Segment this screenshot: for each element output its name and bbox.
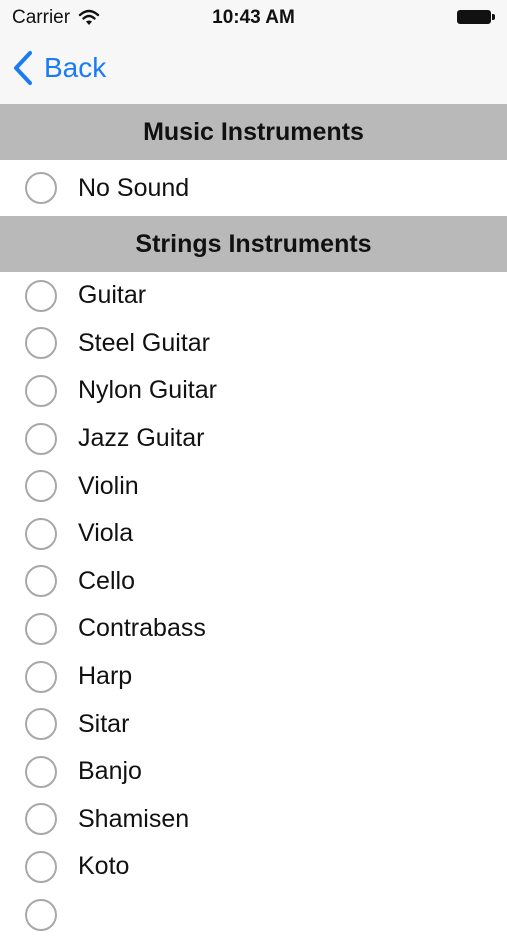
list-item[interactable] xyxy=(0,891,507,938)
section-header-strings: Strings Instruments xyxy=(0,216,507,272)
radio-unselected-icon[interactable] xyxy=(25,374,57,407)
radio-unselected-icon[interactable] xyxy=(25,279,57,312)
list-item-label: Contrabass xyxy=(78,614,206,643)
radio-unselected-icon[interactable] xyxy=(25,708,57,741)
battery-icon xyxy=(457,10,497,26)
radio-unselected-icon[interactable] xyxy=(25,755,57,788)
list-item[interactable]: Guitar xyxy=(0,272,507,320)
list-item[interactable]: Koto xyxy=(0,843,507,891)
list-item-label: Cello xyxy=(78,566,135,595)
list-item-label: Viola xyxy=(78,519,134,548)
radio-unselected-icon[interactable] xyxy=(25,327,57,360)
section-header-music: Music Instruments xyxy=(0,104,507,160)
radio-unselected-icon[interactable] xyxy=(25,565,57,598)
radio-unselected-icon[interactable] xyxy=(25,898,57,931)
list-item-label: Steel Guitar xyxy=(78,328,211,357)
list-item[interactable]: Viola xyxy=(0,510,507,558)
list-item-label: Sitar xyxy=(78,709,130,738)
list-item[interactable]: Sitar xyxy=(0,700,507,748)
list-item-label: Jazz Guitar xyxy=(78,424,205,453)
list-item[interactable]: Banjo xyxy=(0,748,507,796)
radio-unselected-icon[interactable] xyxy=(25,612,57,645)
list-item-label: Koto xyxy=(78,852,130,881)
section-rows-strings: Guitar Steel Guitar Nylon Guitar Jazz Gu… xyxy=(0,272,507,938)
back-button[interactable]: Back xyxy=(12,50,106,86)
list-item[interactable]: Cello xyxy=(0,558,507,606)
list-item[interactable]: Violin xyxy=(0,462,507,510)
list-item-label: Nylon Guitar xyxy=(78,376,217,405)
list-item-label: Harp xyxy=(78,662,133,691)
list-item-label: Guitar xyxy=(78,281,147,310)
list-item[interactable]: Contrabass xyxy=(0,605,507,653)
list-item-label: Banjo xyxy=(78,757,142,786)
chevron-left-icon xyxy=(14,51,32,85)
radio-unselected-icon[interactable] xyxy=(25,660,57,693)
list-item[interactable]: Steel Guitar xyxy=(0,320,507,368)
radio-unselected-icon[interactable] xyxy=(25,172,57,204)
radio-unselected-icon[interactable] xyxy=(25,470,57,503)
list-item[interactable]: Shamisen xyxy=(0,796,507,844)
list-item[interactable]: Harp xyxy=(0,653,507,701)
radio-unselected-icon[interactable] xyxy=(25,803,57,836)
section-rows-music: No Sound xyxy=(0,160,507,216)
instrument-list: Music Instruments No Sound Strings Instr… xyxy=(0,104,507,938)
list-item[interactable]: No Sound xyxy=(0,160,507,216)
status-bar: Carrier 10:43 AM xyxy=(0,0,507,36)
list-item[interactable]: Jazz Guitar xyxy=(0,415,507,463)
back-label: Back xyxy=(44,52,107,83)
list-item-label: No Sound xyxy=(78,173,190,202)
navigation-bar: Back xyxy=(0,36,507,104)
radio-unselected-icon[interactable] xyxy=(25,517,57,550)
radio-unselected-icon[interactable] xyxy=(25,422,57,455)
list-item-label: Violin xyxy=(78,471,139,500)
list-item[interactable]: Nylon Guitar xyxy=(0,367,507,415)
status-time: 10:43 AM xyxy=(212,7,295,28)
list-item-label: Shamisen xyxy=(78,804,190,833)
radio-unselected-icon[interactable] xyxy=(25,850,57,883)
